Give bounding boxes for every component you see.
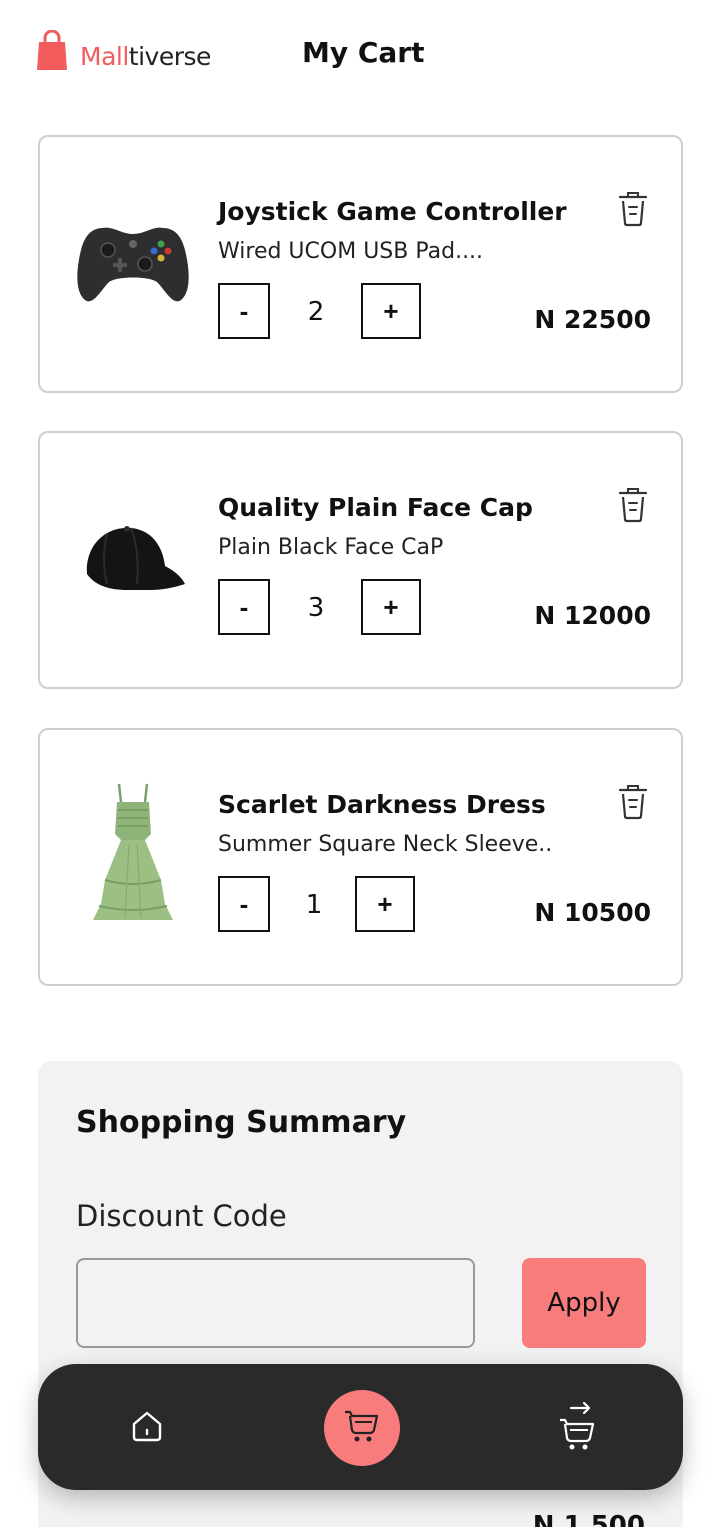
game-controller-icon [68, 187, 198, 337]
discount-code-input[interactable] [76, 1258, 475, 1348]
summary-title: Shopping Summary [76, 1105, 407, 1140]
summary-amount: N 1 500 [532, 1511, 645, 1527]
cart-item-card: Quality Plain Face Cap Plain Black Face … [38, 431, 683, 689]
increase-quantity-button[interactable]: + [361, 579, 421, 635]
trash-icon[interactable] [617, 189, 649, 229]
app-header: Malltiverse My Cart [0, 0, 720, 110]
bottom-nav-bar [38, 1364, 683, 1490]
malltiverse-logo[interactable]: Malltiverse [36, 29, 211, 72]
face-cap-icon [68, 483, 198, 633]
decrease-quantity-button[interactable]: - [218, 876, 270, 932]
dress-icon [68, 780, 198, 930]
logo-text: Malltiverse [80, 41, 211, 71]
increase-quantity-button[interactable]: + [355, 876, 415, 932]
product-description: Summer Square Neck Sleeve.. [218, 832, 553, 857]
decrease-quantity-button[interactable]: - [218, 283, 270, 339]
cart-icon [342, 1406, 382, 1450]
home-icon [129, 1408, 165, 1448]
decrease-quantity-button[interactable]: - [218, 579, 270, 635]
product-name: Joystick Game Controller [218, 197, 567, 226]
quantity-value: 1 [305, 890, 323, 920]
discount-code-label: Discount Code [76, 1199, 287, 1233]
nav-checkout-button[interactable] [539, 1390, 615, 1466]
trash-icon[interactable] [617, 485, 649, 525]
cart-item-card: Joystick Game Controller Wired UCOM USB … [38, 135, 683, 393]
trash-icon[interactable] [617, 782, 649, 822]
cart-item-card: Scarlet Darkness Dress Summer Square Nec… [38, 728, 683, 986]
product-description: Wired UCOM USB Pad.... [218, 239, 484, 264]
product-name: Quality Plain Face Cap [218, 493, 533, 522]
product-name: Scarlet Darkness Dress [218, 790, 546, 819]
product-price: N 22500 [534, 305, 651, 334]
page-title: My Cart [302, 36, 425, 69]
product-price: N 10500 [534, 898, 651, 927]
nav-home-button[interactable] [109, 1390, 185, 1466]
nav-cart-button[interactable] [324, 1390, 400, 1466]
quantity-value: 3 [307, 593, 325, 623]
quantity-value: 2 [307, 297, 325, 327]
product-price: N 12000 [534, 601, 651, 630]
increase-quantity-button[interactable]: + [361, 283, 421, 339]
shopping-bag-icon [36, 29, 68, 72]
product-description: Plain Black Face CaP [218, 535, 444, 560]
apply-discount-button[interactable]: Apply [522, 1258, 646, 1348]
checkout-cart-icon [557, 1400, 597, 1456]
